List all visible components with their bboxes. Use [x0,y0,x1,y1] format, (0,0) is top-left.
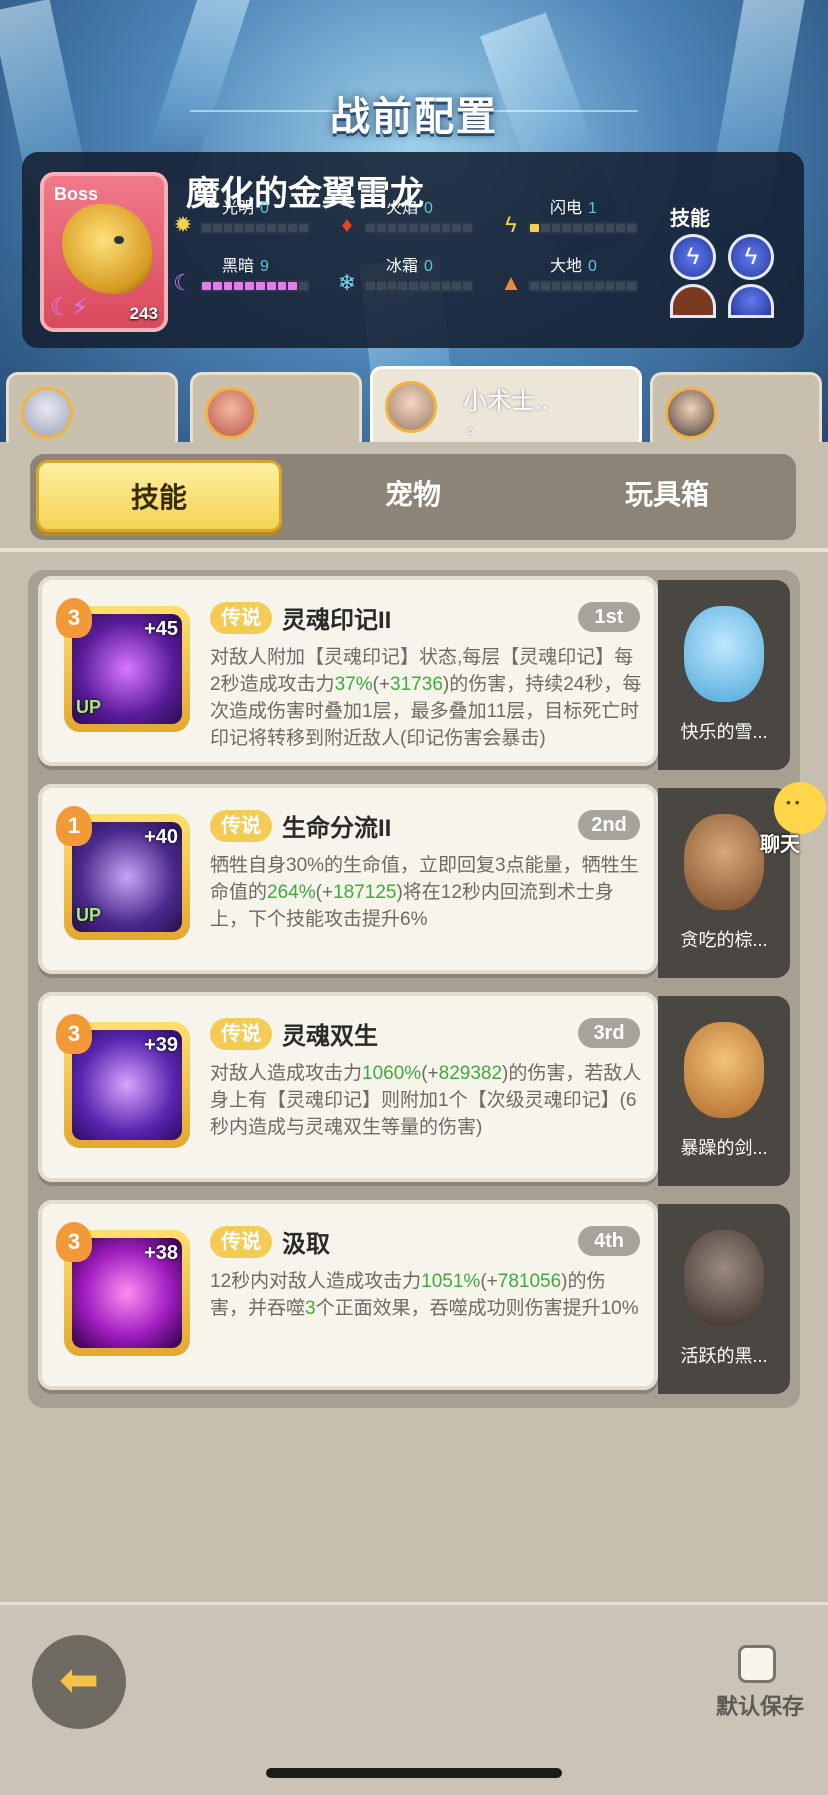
pet-figure [684,1022,764,1118]
bottom-bar: ⬅ 默认保存 [0,1602,828,1795]
skill-card[interactable]: 1 +40 UP 传说 生命分流II 2nd 牺牲自身30%的生命值，立即回复3… [38,784,658,974]
earth-icon: ▲ [500,270,522,295]
rarity-badge: 传说 [210,1018,272,1050]
arrow-left-icon: ⬅ [58,1654,100,1707]
skill-icon: 1 +40 UP [56,806,190,940]
element-dark: 黑暗 9 ☾ [170,252,320,302]
skill-level: 1 [56,806,92,846]
boss-level: 243 [129,304,158,323]
skill-order: 4th [578,1226,640,1256]
pet-name: 暴躁的剑... [680,1138,768,1158]
hero-name: 小术士.. [463,388,549,415]
skill-icon: 3 +39 [56,1014,190,1148]
moon-icon: ☾⚡ [50,294,89,321]
avatar [21,387,73,439]
rarity-badge: 传说 [210,1226,272,1258]
boss-info-panel: Boss ☾⚡ 243 魔化的金翼雷龙 光明 0 ✹ 火焰 0 ♦ 闪电 1 ϟ 黑暗… [22,152,804,348]
pet-figure [684,814,764,910]
rarity-badge: 传说 [210,602,272,634]
lightning-skill-icon[interactable]: ϟ [728,234,774,280]
hero-tabs: 小术士.. 。 [0,366,828,444]
tab-skills[interactable]: 技能 [36,460,282,532]
default-save-label: 默认保存 [716,1694,805,1719]
element-lightning: 闪电 1 ϟ [498,194,648,244]
lightning-icon: ϟ [505,212,517,237]
element-fire: 火焰 0 ♦ [334,194,484,244]
skill-description: 牺牲自身30%的生命值，立即回复3点能量，牺牲生命值的264%(+187125)… [210,855,639,930]
skill-icon: 3 +38 [56,1222,190,1356]
pet-slot[interactable]: 暴躁的剑... [658,996,790,1186]
skill-plus: +40 [144,826,178,848]
skill-order: 1st [578,602,640,632]
skill-order: 3rd [578,1018,640,1048]
skill-card[interactable]: 3 +38 传说 汲取 4th 12秒内对敌人造成攻击力1051%(+78105… [38,1200,658,1390]
skill-order: 2nd [578,810,640,840]
pet-name: 快乐的雪... [680,722,768,742]
pet-figure [684,1230,764,1326]
skill-card[interactable]: 3 +39 传说 灵魂双生 3rd 对敌人造成攻击力1060%(+829382)… [38,992,658,1182]
hero-tab-4[interactable] [650,372,822,442]
skill-title: 灵魂印记II [282,607,392,634]
home-indicator[interactable] [266,1768,562,1778]
skill-level: 3 [56,598,92,638]
skill-icon: 3 +45 UP [56,598,190,732]
flame-icon: ♦ [341,212,353,237]
skill-title: 灵魂双生 [282,1023,378,1050]
skill-plus: +39 [144,1034,178,1056]
tab-toybox[interactable]: 玩具箱 [544,460,790,532]
boss-skills-label: 技能 [670,208,710,230]
moon-icon: ☾ [173,270,193,295]
tab-pets[interactable]: 宠物 [290,460,536,532]
upgrade-badge: UP [76,697,102,717]
pet-slot[interactable]: 活跃的黑... [658,1204,790,1394]
element-earth: 大地 0 ▲ [498,252,648,302]
skill-plus: +45 [144,618,178,640]
skill-description: 对敌人附加【灵魂印记】状态,每层【灵魂印记】每2秒造成攻击力37%(+31736… [210,647,642,749]
dragon-portrait [62,204,152,294]
avatar [665,387,717,439]
upgrade-badge: UP [76,905,102,925]
sun-icon: ✹ [173,212,193,237]
page-title: 战前配置 [330,95,498,139]
skill-plus: +38 [144,1242,178,1264]
boss-tag: Boss [54,184,99,204]
element-light: 光明 0 ✹ [170,194,320,244]
avatar [385,381,437,433]
pet-figure [684,606,764,702]
boss-card[interactable]: Boss ☾⚡ 243 [40,172,168,332]
skill-title: 生命分流II [282,815,392,842]
skill-card[interactable]: 3 +45 UP 传说 灵魂印记II 1st 对敌人附加【灵魂印记】状态,每层【… [38,576,658,766]
divider [0,548,828,552]
snowflake-icon: ❄ [337,270,357,295]
pet-name: 活跃的黑... [680,1346,768,1366]
skill-description: 12秒内对敌人造成攻击力1051%(+781056)的伤害，并吞噬3个正面效果，… [210,1271,639,1319]
fire-skill-icon[interactable] [670,284,716,318]
default-save-checkbox[interactable] [738,1645,776,1683]
skill-description: 对敌人造成攻击力1060%(+829382)的伤害，若敌人身上有【灵魂印记】则附… [210,1063,642,1138]
skill-title: 汲取 [282,1231,330,1258]
skill-list: 3 +45 UP 传说 灵魂印记II 1st 对敌人附加【灵魂印记】状态,每层【… [28,570,800,1408]
hero-tab-3[interactable]: 小术士.. 。 [370,366,642,442]
chat-icon[interactable] [774,782,826,834]
rarity-badge: 传说 [210,810,272,842]
chat-label[interactable]: 聊天 [760,828,800,857]
skill-level: 3 [56,1222,92,1262]
category-tabs: 技能 宠物 玩具箱 [30,454,796,540]
back-button[interactable]: ⬅ [32,1635,126,1729]
lightning-skill-icon[interactable]: ϟ [670,234,716,280]
hero-tab-2[interactable] [190,372,362,442]
lightning-skill-icon[interactable] [728,284,774,318]
pet-slot[interactable]: 贪吃的棕... [658,788,790,978]
element-frost: 冰霜 0 ❄ [334,252,484,302]
hero-subname: 。 [467,417,485,437]
pet-name: 贪吃的棕... [680,930,768,950]
hero-tab-1[interactable] [6,372,178,442]
skill-level: 3 [56,1014,92,1054]
avatar [205,387,257,439]
pet-slot[interactable]: 快乐的雪... [658,580,790,770]
